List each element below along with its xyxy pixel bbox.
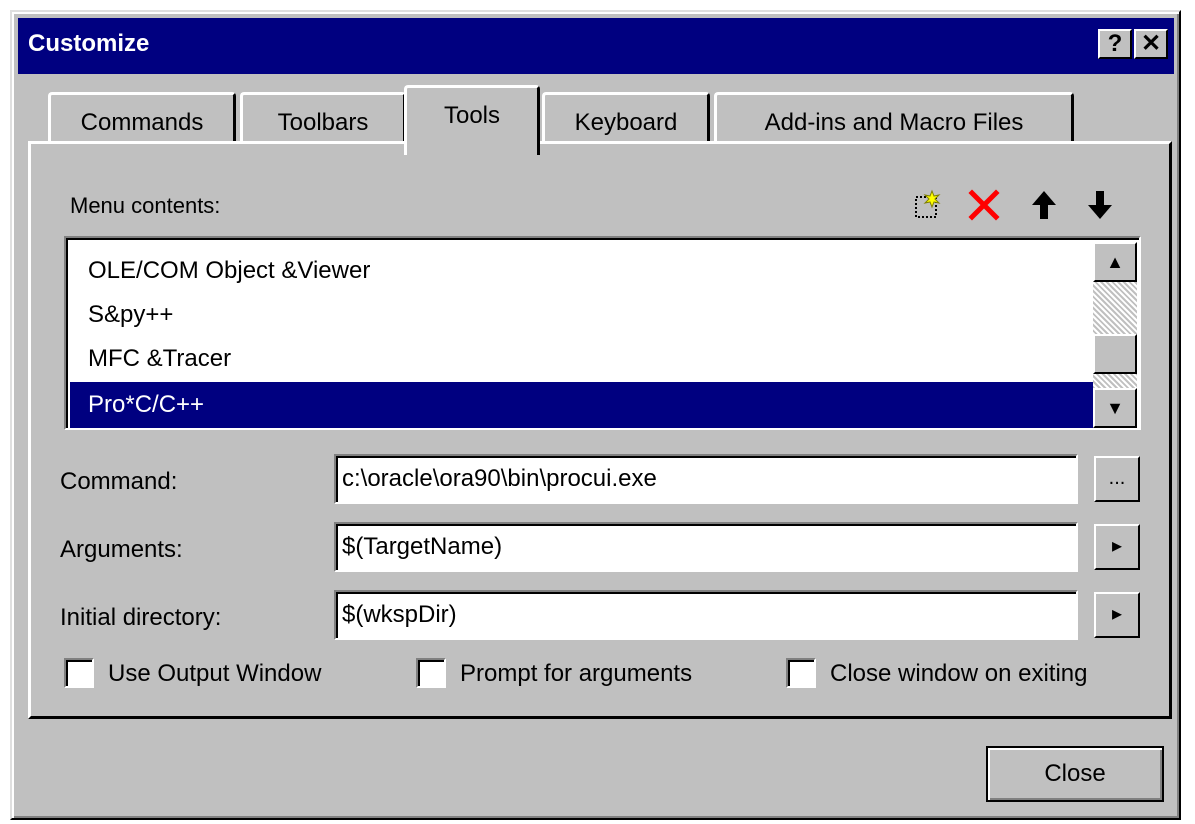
checkbox-label: Prompt for arguments	[460, 660, 693, 687]
move-down-icon[interactable]	[1082, 187, 1118, 223]
arguments-menu-button[interactable]: ▸	[1094, 524, 1140, 570]
list-item[interactable]: S&py++	[70, 292, 1094, 338]
checkbox-box[interactable]	[416, 658, 446, 688]
use-output-window-checkbox[interactable]: Use Output Window	[64, 654, 384, 694]
initial-directory-menu-button[interactable]: ▸	[1094, 592, 1140, 638]
new-item-icon[interactable]	[910, 187, 946, 223]
list-item[interactable]: OLE/COM Object &Viewer	[70, 248, 1094, 294]
checkbox-label: Close window on exiting	[830, 660, 1088, 687]
tab-toolbars[interactable]: Toolbars	[240, 92, 406, 148]
scroll-down-button[interactable]: ▼	[1093, 388, 1137, 428]
tab-keyboard[interactable]: Keyboard	[542, 92, 710, 148]
initial-directory-label: Initial directory:	[60, 604, 222, 631]
command-field[interactable]: c:\oracle\ora90\bin\procui.exe	[334, 454, 1078, 504]
menu-contents-header: Menu contents:	[64, 181, 1141, 227]
checkbox-label: Use Output Window	[108, 660, 322, 687]
close-window-button[interactable]: ✕	[1134, 29, 1168, 59]
title-bar[interactable]: Customize ? ✕	[18, 18, 1174, 74]
delete-icon[interactable]	[966, 187, 1002, 223]
browse-command-button[interactable]: ...	[1094, 456, 1140, 502]
initial-directory-field[interactable]: $(wkspDir)	[334, 590, 1078, 640]
help-button[interactable]: ?	[1098, 29, 1132, 59]
tab-add-ins-and-macro-files[interactable]: Add-ins and Macro Files	[714, 92, 1074, 148]
prompt-for-arguments-checkbox[interactable]: Prompt for arguments	[416, 654, 746, 694]
dialog-title: Customize	[28, 30, 150, 57]
list-scrollbar[interactable]: ▲ ▼	[1093, 242, 1137, 428]
list-item[interactable]: MFC &Tracer	[70, 336, 1094, 382]
checkbox-box[interactable]	[64, 658, 94, 688]
scroll-thumb[interactable]	[1093, 334, 1137, 374]
checkbox-box[interactable]	[786, 658, 816, 688]
arguments-label: Arguments:	[60, 536, 183, 563]
menu-contents-list[interactable]: OLE/COM Object &Viewer S&py++ MFC &Trace…	[64, 236, 1141, 430]
list-item-selected[interactable]: Pro*C/C++	[70, 382, 1094, 428]
close-button[interactable]: Close	[986, 746, 1164, 802]
menu-contents-label: Menu contents:	[70, 193, 221, 218]
tab-commands[interactable]: Commands	[48, 92, 236, 148]
scroll-up-button[interactable]: ▲	[1093, 242, 1137, 282]
command-label: Command:	[60, 468, 178, 495]
move-up-icon[interactable]	[1026, 187, 1062, 223]
arguments-field[interactable]: $(TargetName)	[334, 522, 1078, 572]
close-window-on-exiting-checkbox[interactable]: Close window on exiting	[786, 654, 1146, 694]
tab-tools[interactable]: Tools	[404, 85, 540, 155]
